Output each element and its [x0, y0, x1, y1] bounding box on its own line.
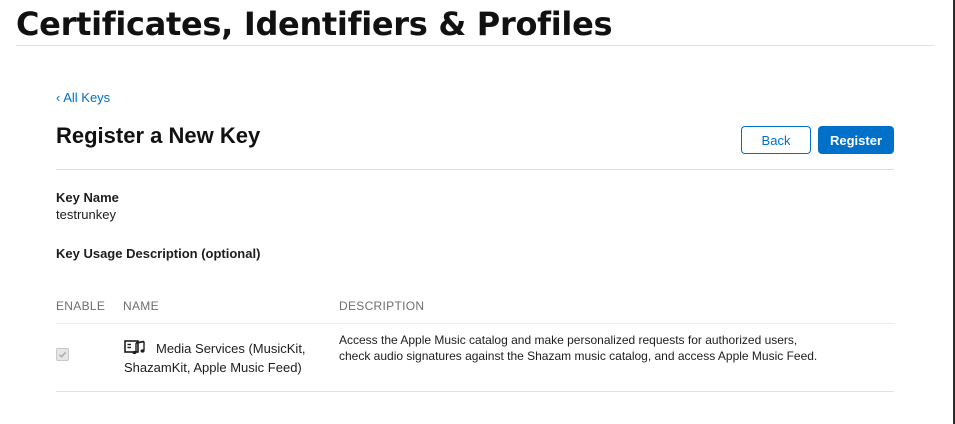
key-name-label: Key Name [56, 190, 119, 205]
service-description: Access the Apple Music catalog and make … [339, 333, 818, 363]
table-row-divider [56, 391, 894, 392]
column-header-enable: ENABLE [56, 299, 106, 313]
key-name-value: testrunkey [56, 207, 116, 222]
enable-checkbox[interactable] [56, 348, 69, 361]
title-divider [16, 45, 934, 46]
service-name: Media Services (MusicKit, ShazamKit, App… [124, 339, 334, 377]
column-header-description: DESCRIPTION [339, 299, 425, 313]
back-button[interactable]: Back [741, 126, 811, 154]
table-header-divider [56, 323, 894, 324]
key-usage-label: Key Usage Description (optional) [56, 246, 261, 261]
section-title: Register a New Key [56, 123, 261, 148]
register-button[interactable]: Register [818, 126, 894, 154]
service-name-text: Media Services (MusicKit, ShazamKit, App… [124, 341, 306, 375]
checkmark-icon [58, 351, 67, 358]
all-keys-link[interactable]: ‹ All Keys [56, 90, 110, 106]
page-title: Certificates, Identifiers & Profiles [16, 5, 613, 43]
column-header-name: NAME [123, 299, 159, 313]
section-divider [56, 169, 894, 170]
